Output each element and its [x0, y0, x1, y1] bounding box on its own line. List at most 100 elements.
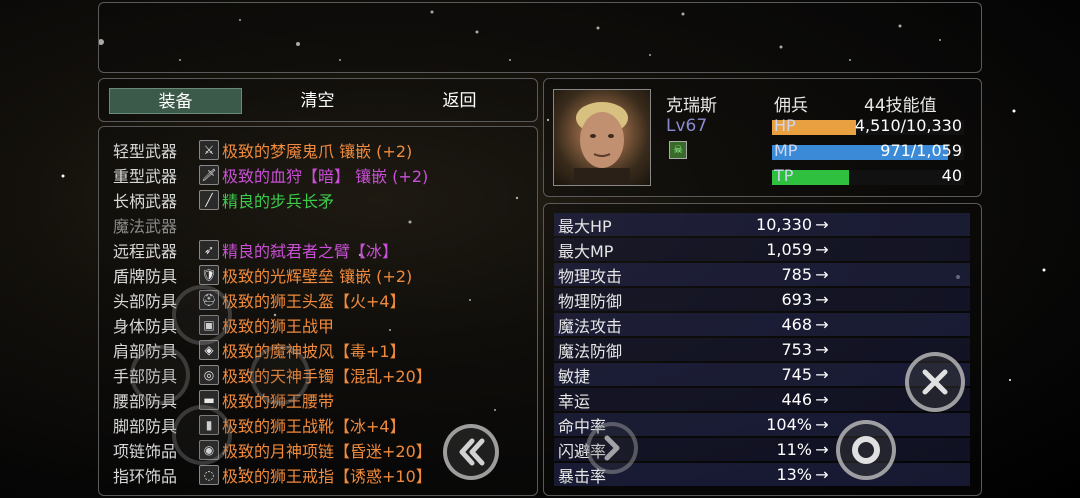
stat-name: 魔法防御 — [558, 341, 623, 361]
stat-row: 魔法攻击 468 → — [554, 313, 970, 336]
equip-slot-row[interactable]: 项链饰品 ◉ 极致的月神项链【昏迷+20】 — [113, 437, 432, 462]
stat-value: 745 — [781, 365, 812, 384]
stat-value: 10,330 — [756, 215, 812, 234]
mp-value: 971/1,059 — [880, 141, 962, 160]
hp-value: 4,510/10,330 — [854, 116, 962, 135]
tp-label: TP — [774, 166, 794, 185]
stat-arrow: → — [815, 315, 829, 334]
equip-item-name: 极致的狮王战甲 — [222, 316, 335, 336]
stat-arrow: → — [815, 215, 829, 234]
equip-slot-row[interactable]: 盾牌防具 🛡 极致的光辉壁垒 镶嵌 (+2) — [113, 262, 412, 287]
confirm-button[interactable] — [836, 420, 896, 480]
mp-label: MP — [774, 141, 798, 160]
double-chevron-left-icon — [459, 438, 485, 466]
prev-button[interactable] — [443, 424, 499, 480]
stat-arrow: → — [815, 240, 829, 259]
equip-slot-row[interactable]: 长柄武器 ╱ 精良的步兵长矛 — [113, 187, 334, 212]
stat-name: 物理攻击 — [558, 266, 623, 286]
equip-slot-row[interactable]: 魔法武器 — [113, 212, 199, 237]
dpad-down[interactable] — [172, 405, 232, 465]
stat-row: 物理防御 693 → — [554, 288, 970, 311]
stat-value: 468 — [781, 315, 812, 334]
stat-row: 最大MP 1,059 → — [554, 238, 970, 261]
heavy-weapon-icon: 🗡 — [199, 164, 219, 185]
equip-slot-label: 魔法武器 — [113, 216, 178, 236]
character-name: 克瑞斯 — [666, 96, 717, 116]
tab-clear[interactable]: 清空 — [251, 88, 384, 114]
stat-name: 最大HP — [558, 216, 612, 236]
equip-slot-label: 指环饰品 — [113, 466, 178, 486]
stat-arrow: → — [815, 365, 829, 384]
stat-value: 753 — [781, 340, 812, 359]
stat-name: 最大MP — [558, 241, 614, 261]
tab-back[interactable]: 返回 — [393, 88, 526, 114]
character-portrait — [553, 89, 651, 186]
stat-arrow: → — [815, 340, 829, 359]
equip-item-name: 极致的月神项链【昏迷+20】 — [222, 441, 432, 461]
stat-arrow: → — [815, 290, 829, 309]
character-class: 佣兵 — [774, 96, 808, 116]
stat-name: 幸运 — [558, 391, 591, 411]
equip-item-name: 极致的狮王戒指【诱惑+10】 — [222, 466, 432, 486]
equip-slot-label: 轻型武器 — [113, 141, 178, 161]
equip-item-name: 极致的血狩【暗】 镶嵌 (+2) — [222, 166, 429, 186]
stat-arrow: → — [815, 440, 829, 459]
stat-arrow: → — [815, 265, 829, 284]
stat-value: 104% — [766, 415, 812, 434]
equip-slot-label: 远程武器 — [113, 241, 178, 261]
skill-points: 44技能值 — [864, 96, 937, 116]
stat-value: 693 — [781, 290, 812, 309]
mp-bar: MP 971/1,059 — [772, 141, 964, 160]
stat-name: 敏捷 — [558, 366, 591, 386]
circle-icon — [852, 436, 880, 464]
dpad-up[interactable] — [172, 285, 232, 345]
stat-row: 物理攻击 785 → — [554, 263, 970, 286]
equip-item-name: 精良的弑君者之臂【冰】 — [222, 241, 399, 261]
stat-row: 最大HP 10,330 → — [554, 213, 970, 236]
equip-slot-row[interactable]: 轻型武器 ⚔ 极致的梦魇鬼爪 镶嵌 (+2) — [113, 137, 412, 162]
equip-item-name: 极致的光辉壁垒 镶嵌 (+2) — [222, 266, 413, 286]
stat-arrow: → — [815, 390, 829, 409]
tab-equip[interactable]: 装备 — [109, 88, 242, 114]
next-button[interactable] — [586, 422, 638, 474]
poison-status-icon: ☠ — [669, 141, 687, 159]
equip-slot-row[interactable]: 脚部防具 ▮ 极致的狮王战靴【冰+4】 — [113, 412, 406, 437]
equip-slot-label: 盾牌防具 — [113, 266, 178, 286]
stat-arrow: → — [815, 465, 829, 484]
tp-value: 40 — [941, 166, 962, 185]
cancel-button[interactable] — [905, 352, 965, 412]
polearm-icon: ╱ — [199, 189, 219, 210]
light-weapon-icon: ⚔ — [199, 139, 219, 160]
equip-slot-row[interactable]: 重型武器 🗡 极致的血狩【暗】 镶嵌 (+2) — [113, 162, 428, 187]
message-panel — [98, 2, 982, 73]
chevron-right-icon — [604, 435, 620, 461]
tp-bar: TP 40 — [772, 166, 964, 185]
equip-item-name: 极致的狮王战靴【冰+4】 — [222, 416, 406, 436]
stat-arrow: → — [815, 415, 829, 434]
equip-slot-row[interactable]: 头部防具 ⛑ 极致的狮王头盔【火+4】 — [113, 287, 406, 312]
equip-slot-label: 长柄武器 — [113, 191, 178, 211]
equip-item-name: 极致的梦魇鬼爪 镶嵌 (+2) — [222, 141, 413, 161]
equip-slot-row[interactable]: 远程武器 ➶ 精良的弑君者之臂【冰】 — [113, 237, 398, 262]
stat-value: 785 — [781, 265, 812, 284]
character-panel: 克瑞斯 佣兵 44技能值 Lv67 ☠ HP 4,510/10,330 MP 9… — [543, 78, 982, 197]
stat-value: 446 — [781, 390, 812, 409]
dpad-right[interactable] — [250, 345, 310, 405]
equip-item-name: 极致的魔神披风【毒+1】 — [222, 341, 406, 361]
bracer-icon: ◎ — [199, 364, 219, 385]
equip-item-name: 极致的狮王头盔【火+4】 — [222, 291, 406, 311]
equip-item-name: 精良的步兵长矛 — [222, 191, 335, 211]
equip-slot-label: 重型武器 — [113, 166, 178, 186]
stat-value: 13% — [776, 465, 812, 484]
ring-icon: ◌ — [199, 464, 219, 485]
close-icon — [922, 369, 948, 395]
shield-icon: 🛡 — [199, 264, 219, 285]
hp-bar: HP 4,510/10,330 — [772, 116, 964, 135]
stat-value: 1,059 — [766, 240, 812, 259]
character-level: Lv67 — [666, 116, 708, 136]
command-tabs: 装备 清空 返回 — [98, 78, 538, 122]
ranged-weapon-icon: ➶ — [199, 239, 219, 260]
equip-slot-row[interactable]: 指环饰品 ◌ 极致的狮王戒指【诱惑+10】 — [113, 462, 432, 487]
dpad-left[interactable] — [130, 345, 190, 405]
stat-row: 魔法防御 753 → — [554, 338, 970, 361]
